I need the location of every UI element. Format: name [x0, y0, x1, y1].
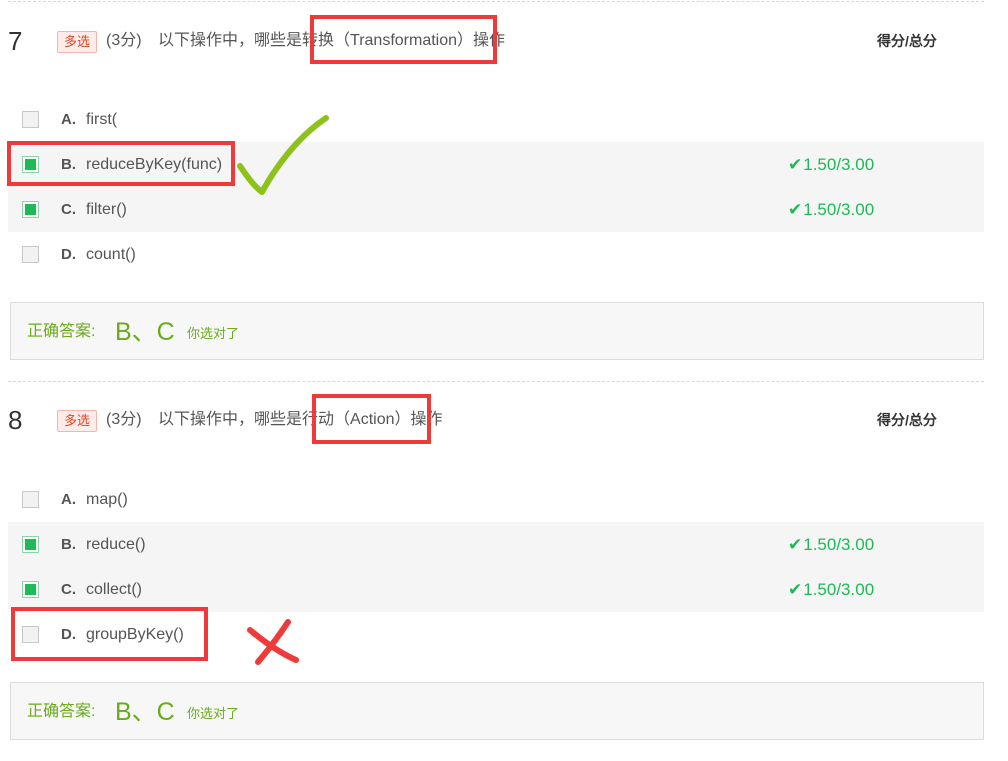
option-letter: C.	[61, 201, 76, 218]
option-checkbox[interactable]	[22, 111, 39, 128]
option-score-value: 1.50/3.00	[803, 155, 875, 174]
option-row[interactable]: A. first(	[8, 97, 984, 142]
question-text-prefix: 以下操作中，哪些是	[158, 32, 303, 49]
question-header: 7 多选 (3分) 以下操作中，哪些是转换（Transformation）操作 …	[0, 21, 1008, 61]
answer-result-text: 你选对了	[187, 326, 240, 341]
option-checkbox[interactable]	[22, 491, 39, 508]
option-checkbox[interactable]	[22, 246, 39, 263]
correct-answer-label: 正确答案:	[27, 703, 96, 720]
checkmark-icon: ✔	[788, 580, 803, 599]
option-checkbox-checked[interactable]	[22, 581, 39, 598]
question-text-prefix: 以下操作中，哪些是	[158, 411, 303, 428]
question-number: 7	[8, 26, 23, 56]
question-score: (3分)	[106, 32, 142, 49]
option-score: ✔1.50/3.00	[788, 567, 874, 612]
correct-answer-value: B、C	[115, 318, 175, 346]
check-mark-annotation-icon	[237, 115, 329, 195]
checkmark-icon: ✔	[788, 155, 803, 174]
correct-answer-label: 正确答案:	[27, 323, 96, 340]
option-text: first(	[86, 111, 118, 128]
highlight-annotation-box	[312, 394, 431, 444]
correct-answer-value: B、C	[115, 698, 175, 726]
correct-answer-box: 正确答案: B、C 你选对了	[10, 682, 984, 740]
option-text: collect()	[86, 581, 143, 598]
option-checkbox-checked[interactable]	[22, 536, 39, 553]
option-row[interactable]: A. map()	[8, 477, 984, 522]
option-letter: A.	[61, 111, 76, 128]
option-text: reduce()	[86, 536, 146, 553]
highlight-annotation-box	[310, 15, 497, 64]
option-score-value: 1.50/3.00	[803, 580, 875, 599]
option-letter: D.	[61, 246, 76, 263]
checkmark-icon: ✔	[788, 535, 803, 554]
option-row[interactable]: B. reduce() ✔1.50/3.00	[8, 522, 984, 567]
question-header: 8 多选 (3分) 以下操作中，哪些是行动（Action）操作 得分/总分	[0, 400, 1008, 440]
question-score: (3分)	[106, 411, 142, 428]
answer-result-text: 你选对了	[187, 706, 240, 721]
score-column-header: 得分/总分	[877, 412, 937, 428]
option-score-value: 1.50/3.00	[803, 200, 875, 219]
option-row[interactable]: D. count()	[8, 232, 984, 277]
option-row[interactable]: C. collect() ✔1.50/3.00	[8, 567, 984, 612]
option-score: ✔1.50/3.00	[788, 522, 874, 567]
option-letter: B.	[61, 536, 76, 553]
highlight-annotation-box	[11, 607, 208, 661]
question-type-badge: 多选	[57, 410, 98, 432]
option-row[interactable]: C. filter() ✔1.50/3.00	[8, 187, 984, 232]
option-letter: A.	[61, 491, 76, 508]
cross-mark-annotation-icon	[247, 619, 299, 665]
option-text: filter()	[86, 201, 127, 218]
option-letter: C.	[61, 581, 76, 598]
option-checkbox-checked[interactable]	[22, 201, 39, 218]
score-column-header: 得分/总分	[877, 33, 937, 49]
question-divider	[8, 381, 984, 382]
option-score-value: 1.50/3.00	[803, 535, 875, 554]
correct-answer-box: 正确答案: B、C 你选对了	[10, 302, 984, 360]
question-type-badge: 多选	[57, 31, 98, 53]
checkmark-icon: ✔	[788, 200, 803, 219]
option-score: ✔1.50/3.00	[788, 142, 874, 187]
question-divider	[8, 1, 984, 2]
option-text: map()	[86, 491, 128, 508]
option-text: count()	[86, 246, 136, 263]
highlight-annotation-box	[7, 141, 235, 186]
question-number: 8	[8, 405, 23, 435]
option-score: ✔1.50/3.00	[788, 187, 874, 232]
